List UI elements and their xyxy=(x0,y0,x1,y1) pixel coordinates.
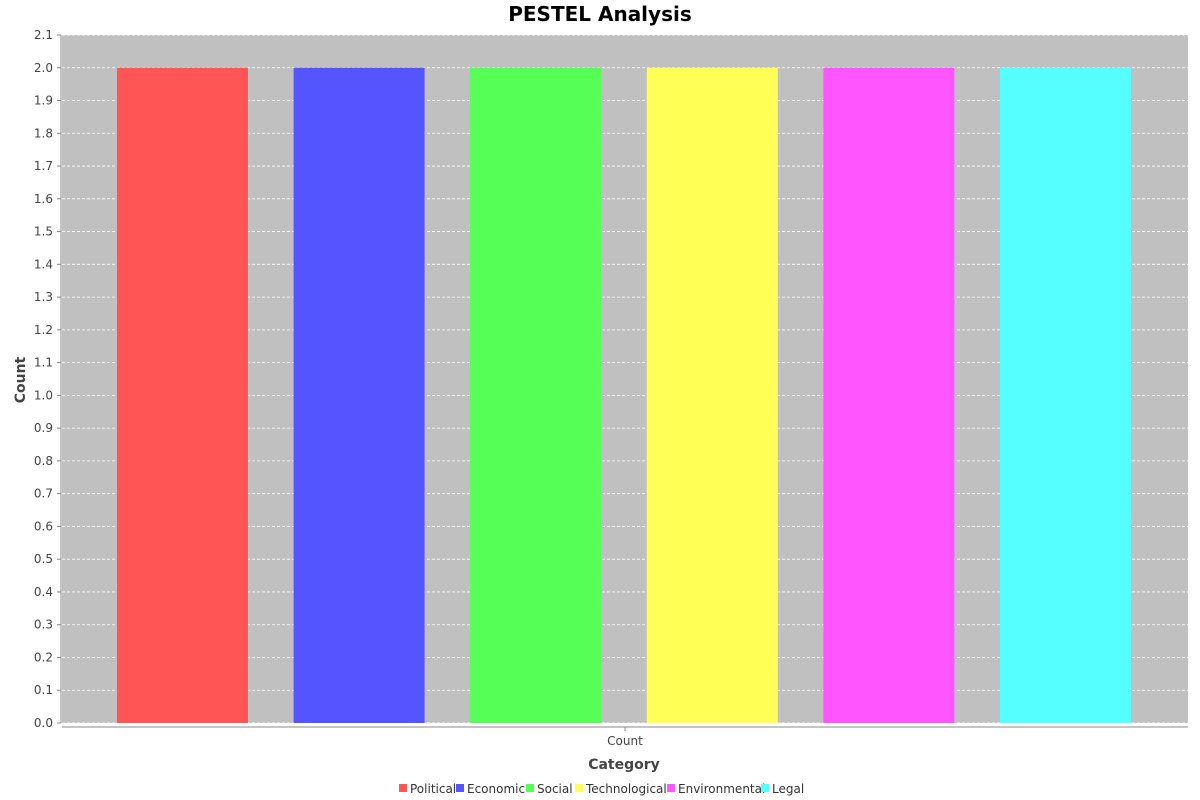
x-axis-label: Category xyxy=(588,757,660,773)
y-tick-label: 0.6 xyxy=(34,519,53,533)
legend-item-technological: Technological xyxy=(575,782,667,796)
legend-swatch xyxy=(456,784,464,792)
y-tick-label: 0.1 xyxy=(34,683,53,697)
y-tick-label: 1.8 xyxy=(34,126,53,140)
legend-label: Political xyxy=(410,782,456,796)
y-axis-label: Count xyxy=(13,356,29,403)
legend-item-economic: Economic xyxy=(456,782,525,796)
x-axis-ticks: Count xyxy=(607,727,643,748)
y-tick-label: 2.1 xyxy=(34,28,53,42)
legend-label: Environmental xyxy=(678,782,765,796)
y-tick-label: 1.3 xyxy=(34,290,53,304)
y-tick-label: 1.0 xyxy=(34,388,53,402)
legend-swatch xyxy=(667,784,675,792)
legend-item-legal: Legal xyxy=(761,782,804,796)
y-tick-label: 1.7 xyxy=(34,159,53,173)
bar-technological xyxy=(646,67,778,723)
legend-swatch xyxy=(526,784,534,792)
y-tick-label: 0.7 xyxy=(34,487,53,501)
legend-label: Technological xyxy=(585,782,667,796)
bar-legal xyxy=(1000,67,1131,723)
legend: Political Economic Social Technological Envi… xyxy=(399,782,804,796)
legend-swatch xyxy=(761,784,769,792)
legend-item-social: Social xyxy=(526,782,573,796)
y-tick-label: 1.6 xyxy=(34,192,53,206)
legend-label: Social xyxy=(537,782,573,796)
y-tick-label: 1.2 xyxy=(34,323,53,337)
y-tick-label: 0.0 xyxy=(34,716,53,730)
x-tick-label: Count xyxy=(607,734,643,748)
y-tick-label: 1.1 xyxy=(34,356,53,370)
y-tick-label: 0.4 xyxy=(34,585,53,599)
bar-chart: PESTEL Analysis 0.0 0.1 0.2 0.3 0.4 0.5 0.6 0.7… xyxy=(13,2,1188,796)
legend-item-political: Political xyxy=(399,782,456,796)
y-tick-label: 1.4 xyxy=(34,257,53,271)
y-tick-label: 0.3 xyxy=(34,618,53,632)
y-tick-label: 1.9 xyxy=(34,94,53,108)
chart-title: PESTEL Analysis xyxy=(508,2,692,26)
y-tick-label: 0.8 xyxy=(34,454,53,468)
bar-political xyxy=(117,67,248,723)
legend-label: Legal xyxy=(772,782,804,796)
bar-environmental xyxy=(823,67,955,723)
bar-economic xyxy=(293,67,425,723)
y-axis-ticks: 0.0 0.1 0.2 0.3 0.4 0.5 0.6 0.7 0.8 0.9 1.0 1.1 1.2 1… xyxy=(34,28,61,730)
legend-swatch xyxy=(575,784,583,792)
y-tick-label: 0.9 xyxy=(34,421,53,435)
bar-social xyxy=(470,67,602,723)
legend-label: Economic xyxy=(467,782,525,796)
y-tick-label: 0.5 xyxy=(34,552,53,566)
y-tick-label: 0.2 xyxy=(34,650,53,664)
y-tick-label: 1.5 xyxy=(34,225,53,239)
legend-swatch xyxy=(399,784,407,792)
y-tick-label: 2.0 xyxy=(34,61,53,75)
legend-item-environmental: Environmental xyxy=(667,782,765,796)
